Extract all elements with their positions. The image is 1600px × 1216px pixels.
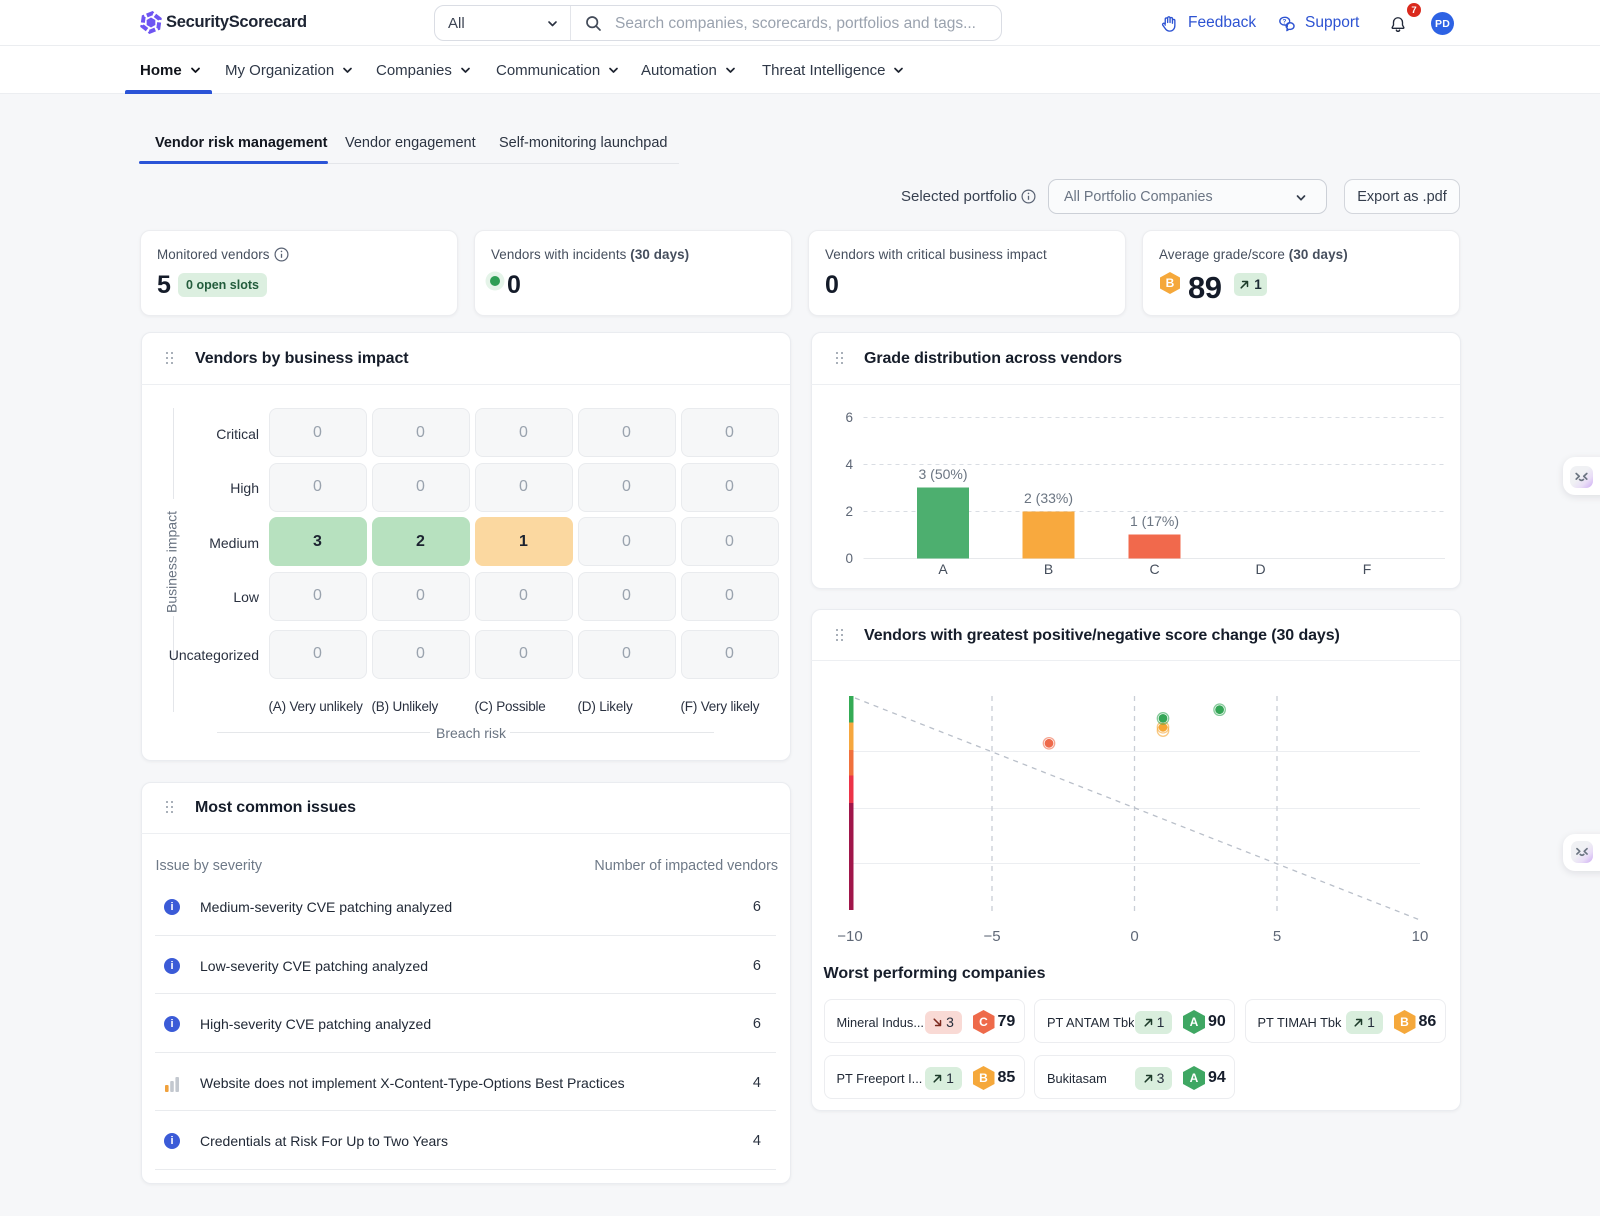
svg-text:0: 0 — [845, 551, 853, 566]
svg-text:F: F — [1363, 561, 1372, 577]
svg-text:1 (17%): 1 (17%) — [1130, 513, 1179, 529]
svg-text:4: 4 — [845, 457, 853, 472]
svg-text:0: 0 — [1130, 928, 1138, 945]
svg-text:B: B — [1044, 561, 1053, 577]
svg-text:3 (50%): 3 (50%) — [918, 466, 967, 482]
svg-text:5: 5 — [1273, 928, 1281, 945]
svg-text:A: A — [938, 561, 948, 577]
svg-text:6: 6 — [845, 410, 853, 425]
svg-text:−5: −5 — [983, 928, 1000, 945]
svg-text:C: C — [1149, 561, 1159, 577]
svg-text:?: ? — [1283, 19, 1287, 26]
svg-text:10: 10 — [1412, 928, 1429, 945]
svg-text:−10: −10 — [837, 928, 862, 945]
svg-text:D: D — [1255, 561, 1265, 577]
svg-text:2 (33%): 2 (33%) — [1024, 490, 1073, 506]
svg-text:2: 2 — [845, 504, 853, 519]
